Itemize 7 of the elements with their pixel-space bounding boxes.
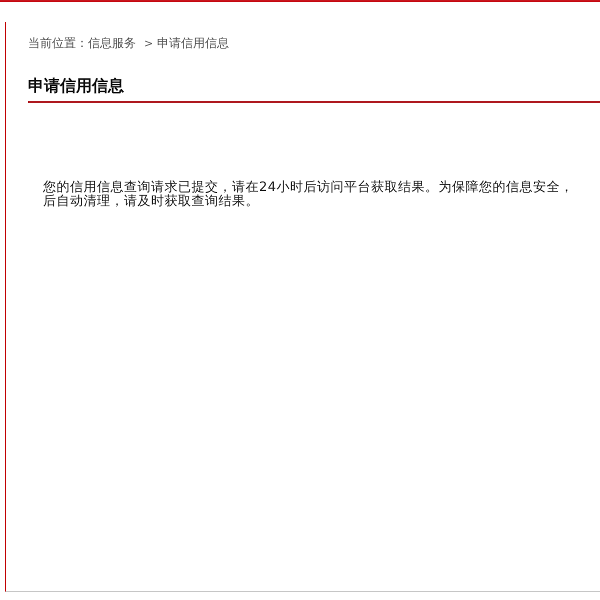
breadcrumb-link[interactable]: 信息服务 [88,35,136,52]
breadcrumb-separator: > [144,37,154,50]
breadcrumb-label: 当前位置： [28,35,88,52]
page-title: 申请信用信息 [28,76,600,103]
message-line: 后自动清理，请及时获取查询结果。 [43,195,259,209]
message-line: 您的信用信息查询请求已提交，请在24小时后访问平台获取结果。为保障您的信息安全， [43,181,574,195]
breadcrumb-link[interactable]: 申请信用信息 [157,35,230,52]
